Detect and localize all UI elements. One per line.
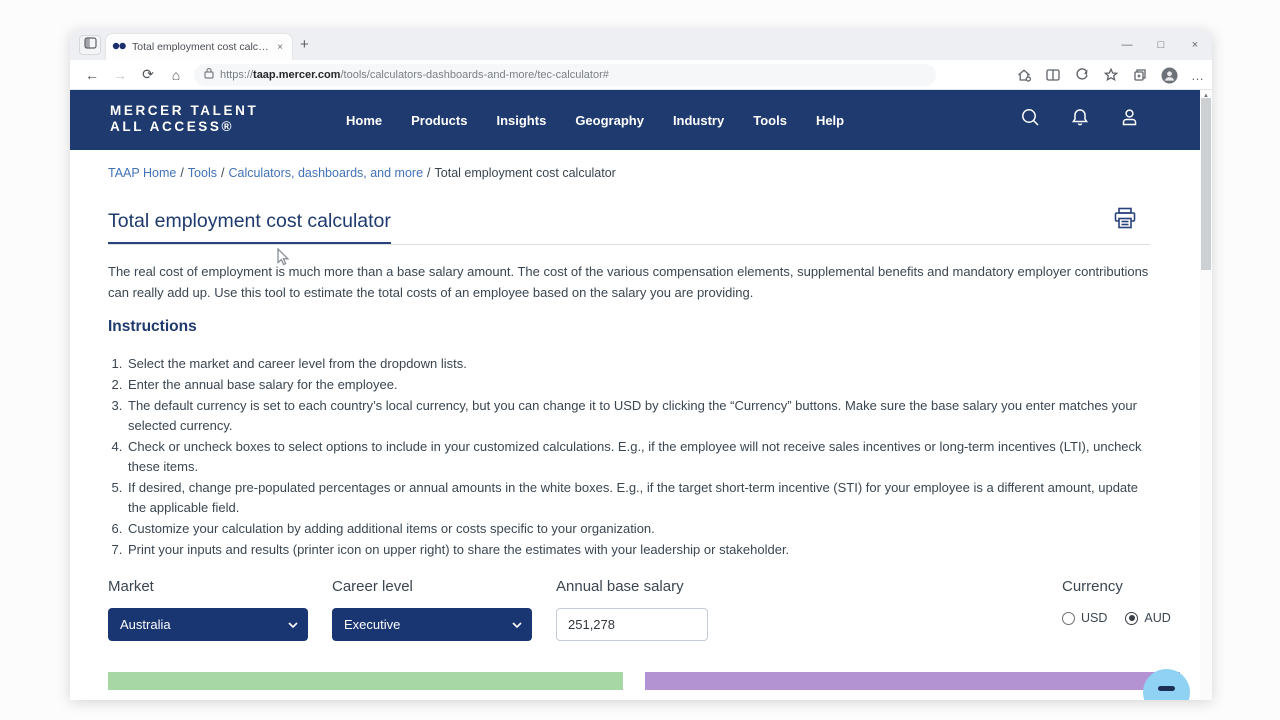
scrollbar-thumb[interactable] (1201, 98, 1211, 270)
site-header: MERCER TALENTALL ACCESS® Home Products I… (70, 90, 1200, 150)
search-icon[interactable] (1020, 107, 1041, 133)
annual-base-salary-label: Annual base salary (556, 578, 708, 595)
back-button[interactable]: ← (78, 67, 106, 83)
browser-tab-strip: Total employment cost calculator × + — □… (70, 30, 1212, 60)
breadcrumb-taap-home[interactable]: TAAP Home (108, 166, 176, 180)
radio-aud[interactable] (1125, 612, 1138, 625)
account-person-icon[interactable] (1119, 107, 1140, 133)
more-menu-button[interactable]: … (1191, 68, 1204, 83)
browser-tab[interactable]: Total employment cost calculator × (106, 34, 292, 60)
collections-icon[interactable] (1132, 67, 1148, 83)
chat-widget-face-icon (1158, 686, 1175, 691)
tab-actions-button[interactable] (79, 35, 101, 55)
annual-base-salary-input[interactable] (556, 608, 708, 641)
currency-field: Currency USD AUD (1062, 578, 1171, 625)
market-select[interactable]: Australia (108, 608, 308, 641)
breadcrumb-tools[interactable]: Tools (188, 166, 217, 180)
print-button[interactable] (1112, 206, 1138, 236)
instruction-item: Select the market and career level from … (126, 354, 1156, 374)
career-level-select[interactable]: Executive (332, 608, 532, 641)
home-button[interactable]: ⌂ (162, 67, 190, 83)
favorites-icon[interactable] (1103, 67, 1119, 83)
new-tab-button[interactable]: + (300, 37, 309, 53)
page-title: Total employment cost calculator (108, 210, 391, 244)
nav-item-industry[interactable]: Industry (673, 113, 724, 128)
instruction-item: The default currency is set to each coun… (126, 396, 1156, 436)
mercer-taap-logo[interactable]: MERCER TALENTALL ACCESS® (110, 103, 258, 135)
breadcrumb: TAAP Home/Tools/Calculators, dashboards,… (108, 166, 616, 180)
currency-label: Currency (1062, 578, 1171, 595)
window-minimize-button[interactable]: — (1110, 30, 1144, 60)
mouse-cursor (277, 248, 291, 272)
browser-window: Total employment cost calculator × + — □… (70, 30, 1212, 700)
radio-usd[interactable] (1062, 612, 1075, 625)
window-close-button[interactable]: × (1178, 30, 1212, 60)
tab-favicon (112, 38, 127, 56)
title-bar: Total employment cost calculator (108, 210, 1150, 245)
tab-close-icon[interactable]: × (274, 42, 286, 53)
window-maximize-button[interactable]: □ (1144, 30, 1178, 60)
market-label: Market (108, 578, 308, 595)
tab-title: Total employment cost calculator (132, 41, 274, 53)
instructions-heading: Instructions (108, 318, 197, 336)
instruction-item: Customize your calculation by adding add… (126, 519, 1156, 539)
nav-item-geography[interactable]: Geography (575, 113, 644, 128)
instruction-item: Enter the annual base salary for the emp… (126, 375, 1156, 395)
refresh-button[interactable]: ⟳ (134, 66, 162, 83)
instructions-list: Select the market and career level from … (110, 354, 1156, 561)
split-screen-icon[interactable] (1045, 67, 1061, 83)
instruction-item: Check or uncheck boxes to select options… (126, 437, 1156, 477)
nav-item-help[interactable]: Help (816, 113, 844, 128)
copilot-icon[interactable] (1074, 67, 1090, 83)
vertical-scrollbar[interactable]: ▲ (1200, 90, 1212, 700)
career-level-label: Career level (332, 578, 532, 595)
instruction-item: If desired, change pre-populated percent… (126, 478, 1156, 518)
nav-item-products[interactable]: Products (411, 113, 467, 128)
breadcrumb-current: Total employment cost calculator (435, 166, 616, 180)
profile-avatar[interactable] (1161, 67, 1178, 84)
currency-option-usd[interactable]: USD (1062, 611, 1107, 625)
forward-button: → (106, 67, 134, 83)
instruction-item: Print your inputs and results (printer i… (126, 540, 1156, 560)
annual-base-salary-field: Annual base salary (556, 578, 708, 641)
address-bar[interactable]: https://taap.mercer.com/tools/calculator… (194, 64, 936, 86)
tab-actions-icon (84, 36, 97, 54)
browser-essentials-icon[interactable] (1016, 67, 1032, 83)
right-result-panel-top (645, 672, 1180, 690)
lock-icon (204, 66, 214, 84)
currency-option-aud[interactable]: AUD (1125, 611, 1170, 625)
url-text: https://taap.mercer.com/tools/calculator… (220, 69, 609, 81)
nav-item-home[interactable]: Home (346, 113, 382, 128)
market-field: Market Australia (108, 578, 308, 641)
main-navigation: Home Products Insights Geography Industr… (346, 90, 844, 150)
nav-item-tools[interactable]: Tools (753, 113, 787, 128)
page-content: MERCER TALENTALL ACCESS® Home Products I… (70, 90, 1200, 700)
browser-toolbar: ← → ⟳ ⌂ https://taap.mercer.com/tools/ca… (70, 60, 1212, 90)
notifications-bell-icon[interactable] (1070, 107, 1090, 133)
intro-paragraph: The real cost of employment is much more… (108, 261, 1152, 303)
nav-item-insights[interactable]: Insights (496, 113, 546, 128)
chevron-down-icon (512, 622, 522, 628)
career-level-field: Career level Executive (332, 578, 532, 641)
left-result-panel-top (108, 672, 623, 690)
chevron-down-icon (288, 622, 298, 628)
breadcrumb-calculators[interactable]: Calculators, dashboards, and more (228, 166, 423, 180)
